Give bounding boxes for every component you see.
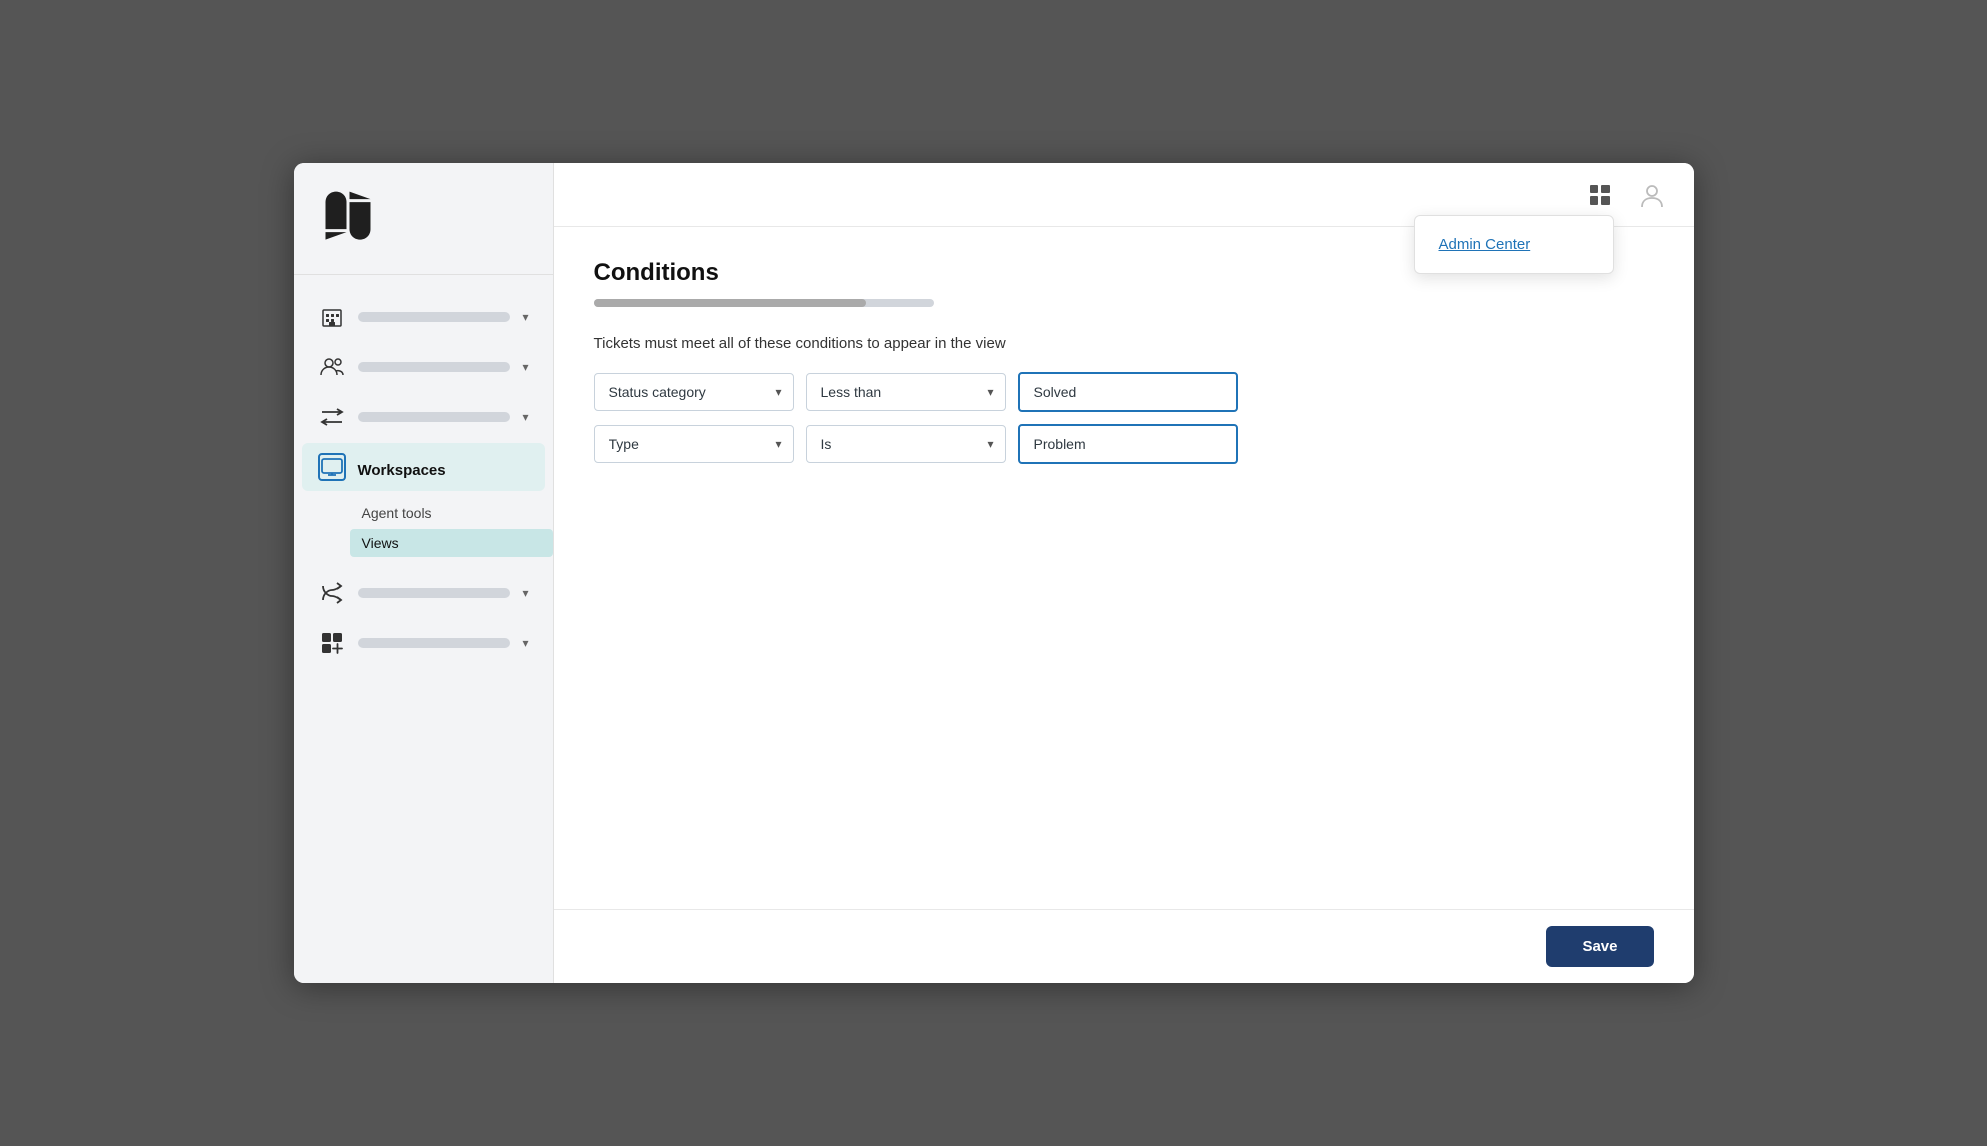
sub-nav-agent-tools[interactable]: Agent tools [350,499,553,527]
admin-center-link[interactable]: Admin Center [1415,224,1613,265]
sidebar: ▾ ▾ ▾ [294,163,554,983]
routing-icon [318,579,346,607]
sidebar-item-people[interactable]: ▾ [302,343,545,391]
save-button[interactable]: Save [1546,926,1653,967]
sidebar-item-channels[interactable]: ▾ [302,393,545,441]
chevron-icon: ▾ [522,310,528,324]
progress-bar [594,299,934,307]
sidebar-item-routing[interactable]: ▾ [302,569,545,617]
chevron-icon: ▾ [522,586,528,600]
workspaces-icon [318,453,346,481]
operator-select-wrapper-2: Is Is not Less than Greater than ▾ [806,425,1006,463]
value-input-1[interactable] [1018,372,1238,412]
conditions-description: Tickets must meet all of these condition… [594,335,1654,352]
chevron-icon: ▾ [522,636,528,650]
operator-select-2[interactable]: Is Is not Less than Greater than [806,425,1006,463]
sub-nav-views[interactable]: Views [350,529,553,557]
channels-icon [318,403,346,431]
condition-row-2: Type Status category Priority Assignee ▾… [594,424,1654,464]
logo-area [294,163,553,275]
apps-icon [318,629,346,657]
buildings-icon [318,303,346,331]
main-content: Admin Center Conditions Tickets must mee… [554,163,1694,983]
chevron-icon: ▾ [522,360,528,374]
sidebar-item-apps[interactable]: ▾ [302,619,545,667]
field-select-2[interactable]: Type Status category Priority Assignee [594,425,794,463]
workspaces-label: Workspaces [358,462,529,472]
sidebar-navigation: ▾ ▾ ▾ [294,275,553,983]
people-icon [318,353,346,381]
topbar: Admin Center [554,163,1694,227]
condition-row-1: Status category Type Priority Assignee ▾… [594,372,1654,412]
apps-grid-button[interactable] [1582,177,1618,213]
operator-select-1[interactable]: Less than Is Is not Greater than [806,373,1006,411]
value-input-2[interactable] [1018,424,1238,464]
chevron-icon: ▾ [522,410,528,424]
user-profile-button[interactable] [1634,177,1670,213]
field-select-wrapper-2: Type Status category Priority Assignee ▾ [594,425,794,463]
admin-center-dropdown: Admin Center [1414,215,1614,274]
progress-fill [594,299,866,307]
operator-select-wrapper-1: Less than Is Is not Greater than ▾ [806,373,1006,411]
field-select-1[interactable]: Status category Type Priority Assignee [594,373,794,411]
workspaces-subnav: Agent tools Views [294,493,553,567]
save-bar: Save [554,909,1694,983]
user-icon [1638,181,1666,209]
sidebar-item-workspaces[interactable]: Workspaces [302,443,545,491]
field-select-wrapper-1: Status category Type Priority Assignee ▾ [594,373,794,411]
sidebar-item-buildings[interactable]: ▾ [302,293,545,341]
zendesk-logo [318,191,378,241]
conditions-page: Conditions Tickets must meet all of thes… [554,227,1694,909]
